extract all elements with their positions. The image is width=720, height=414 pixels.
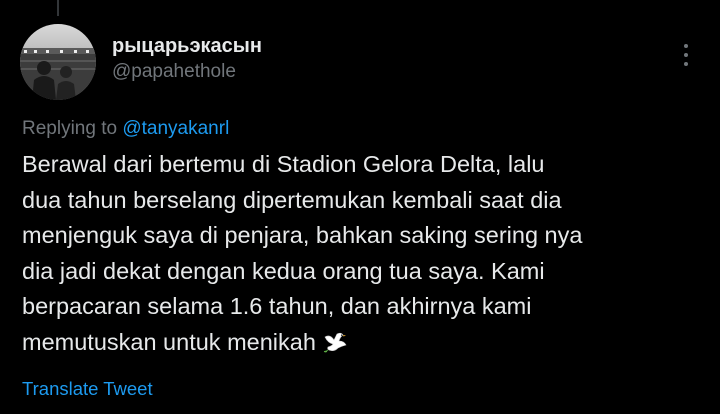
thread-connector-line bbox=[57, 0, 59, 16]
tweet-text-line: memutuskan untuk menikah bbox=[22, 328, 316, 355]
tweet-text-line: berpacaran selama 1.6 tahun, dan akhirny… bbox=[22, 293, 532, 320]
tweet-text: Berawal dari bertemu di Stadion Gelora D… bbox=[22, 147, 702, 361]
profile-photo-icon bbox=[20, 24, 96, 100]
tweet-text-last-line: memutuskan untuk menikah bbox=[22, 325, 702, 361]
reply-mention-link[interactable]: @tanyakanrl bbox=[122, 118, 229, 139]
tweet-text-line: dua tahun berselang dipertemukan kembali… bbox=[22, 186, 562, 213]
tweet-text-line: dia jadi dekat dengan kedua orang tua sa… bbox=[22, 257, 545, 284]
author-display-name[interactable]: рыцарьэкасын bbox=[112, 34, 262, 58]
reply-context-prefix: Replying to bbox=[22, 118, 118, 139]
avatar[interactable] bbox=[20, 24, 96, 100]
more-options-button[interactable] bbox=[680, 40, 692, 70]
translate-tweet-link[interactable]: Translate Tweet bbox=[22, 378, 153, 400]
author-handle[interactable]: @papahethole bbox=[112, 60, 262, 84]
tweet-header: рыцарьэкасын @papahethole bbox=[112, 34, 262, 84]
dove-icon bbox=[322, 328, 348, 353]
reply-context: Replying to @tanyakanrl bbox=[22, 118, 229, 140]
more-options-icon-dot-3 bbox=[684, 62, 688, 66]
tweet-text-line: menjenguk saya di penjara, bahkan saking… bbox=[22, 222, 583, 249]
more-options-icon-dot-2 bbox=[684, 53, 688, 57]
tweet-text-line: Berawal dari bertemu di Stadion Gelora D… bbox=[22, 151, 545, 177]
more-options-icon bbox=[684, 44, 688, 48]
